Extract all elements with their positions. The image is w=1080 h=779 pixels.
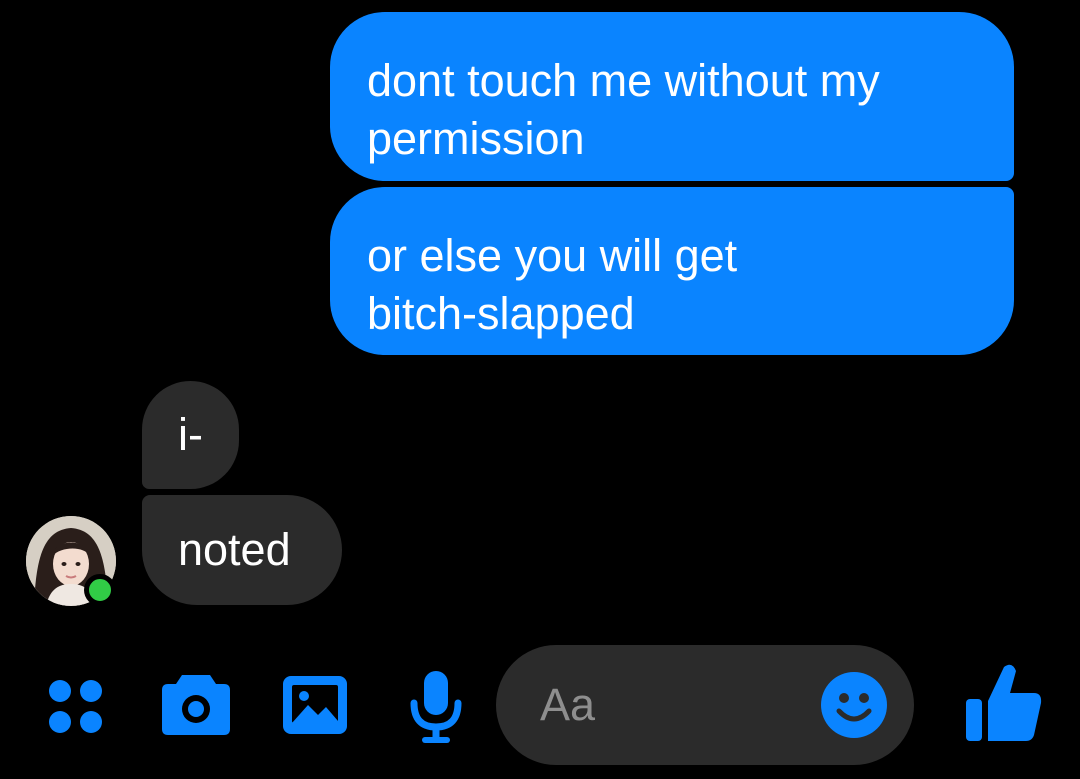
message-input-container[interactable]: [496, 645, 914, 765]
message-text: noted: [178, 524, 291, 575]
emoji-icon[interactable]: [820, 671, 888, 739]
message-line: or else you will get: [367, 230, 738, 281]
message-line: bitch-slapped: [367, 288, 635, 339]
gallery-icon[interactable]: [282, 675, 348, 735]
message-text: i-: [178, 409, 203, 460]
outgoing-message-bubble[interactable]: or else you will get bitch-slapped: [330, 187, 1014, 355]
chat-thread: dont touch me without my permission or e…: [0, 0, 1080, 779]
outgoing-message-bubble[interactable]: dont touch me without my permission: [330, 12, 1014, 181]
message-line: permission: [367, 113, 585, 164]
apps-grid-icon[interactable]: [48, 679, 104, 735]
thumbs-up-icon[interactable]: [962, 661, 1046, 745]
microphone-icon[interactable]: [408, 669, 464, 745]
incoming-message-bubble[interactable]: noted: [142, 495, 342, 605]
online-status-indicator: [84, 574, 116, 606]
camera-icon[interactable]: [160, 671, 232, 737]
message-input[interactable]: [540, 675, 810, 735]
message-line: dont touch me without my: [367, 55, 880, 106]
message-composer: [0, 641, 1080, 771]
incoming-message-bubble[interactable]: i-: [142, 381, 239, 489]
